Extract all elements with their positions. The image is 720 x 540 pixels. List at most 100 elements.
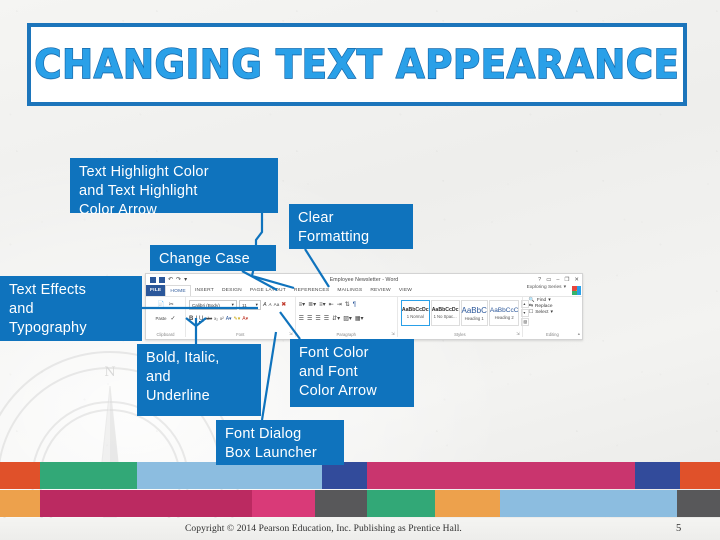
callout-label: Text Effects and Typography [9,282,87,336]
text-effects-icon[interactable]: A▾ [226,316,232,322]
color-block [315,490,367,517]
tab-home[interactable]: HOME [165,285,191,296]
replace-label: Replace [534,304,553,309]
change-case-icon[interactable]: Aa [274,302,280,308]
minimize-icon[interactable]: – [556,277,559,283]
borders-icon[interactable]: ▦▾ [355,316,364,322]
font-size-value: 11 [241,302,247,308]
subscript-icon[interactable]: x₂ [214,316,218,322]
sort-icon[interactable]: ⇅ [345,302,350,308]
color-block [40,490,252,517]
tab-insert[interactable]: INSERT [191,285,218,296]
grow-font-icon[interactable]: A [263,302,267,308]
find-button[interactable]: 🔍 Find ▾ [529,298,579,303]
group-label-paragraph: Paragraph [336,332,357,337]
color-block [367,490,435,517]
decrease-indent-icon[interactable]: ⇤ [329,302,334,308]
font-color-icon[interactable]: A▾ [242,316,248,322]
tab-mailings[interactable]: MAILINGS [333,285,366,296]
tab-file[interactable]: FILE [146,285,166,296]
numbering-icon[interactable]: ≣▾ [308,302,316,308]
callout-label: Bold, Italic, and Underline [146,350,220,404]
superscript-icon[interactable]: x² [220,316,224,322]
tab-view[interactable]: VIEW [395,285,416,296]
sign-in-text: Exploring Series [526,285,562,290]
tab-references[interactable]: REFERENCES [290,285,333,296]
bold-icon[interactable]: B [189,316,193,322]
paste-label[interactable]: Paste [155,316,166,322]
align-right-icon[interactable]: ☰ [315,316,320,322]
chevron-down-icon[interactable]: ▾ [551,310,553,315]
tab-design[interactable]: DESIGN [218,285,246,296]
color-block [252,490,315,517]
bullets-icon[interactable]: ≡▾ [299,302,306,308]
callout-font-dialog-box-launcher: Font Dialog Box Launcher [216,420,344,465]
tab-review[interactable]: REVIEW [366,285,395,296]
ribbon-body: 📄 ✂ Paste ✓ Clipboard Calibri (Body) ▾ 1… [146,296,582,337]
style-preview: AaBbCcDc [401,307,429,313]
underline-icon[interactable]: U [199,316,203,322]
collapse-ribbon-icon[interactable]: ▴ [578,331,580,337]
replace-button[interactable]: ⇆ Replace [529,304,579,309]
select-icon: ☐ [528,310,534,315]
restore-icon[interactable]: ❐ [564,277,569,283]
callout-label: Text Highlight Color and Text Highlight … [79,164,209,218]
increase-indent-icon[interactable]: ⇥ [337,302,342,308]
paste-icon[interactable]: 📄 [157,302,164,308]
show-marks-icon[interactable]: ¶ [353,302,356,308]
highlight-icon[interactable]: ✎▾ [234,316,241,322]
select-label: Select [535,310,549,315]
line-spacing-icon[interactable]: ⇵▾ [332,316,340,322]
account-icon[interactable] [572,286,581,295]
help-icon[interactable]: ? [538,277,541,283]
callout-label: Clear Formatting [298,210,370,245]
align-left-icon[interactable]: ☰ [299,316,304,322]
color-block [322,462,367,489]
style-tile-heading-1[interactable]: AaBbC Heading 1 [460,300,488,326]
multilevel-list-icon[interactable]: ≡▾ [319,302,326,308]
font-dialog-box-launcher[interactable]: ⇲ [289,331,293,337]
style-preview: AaBbC [461,305,487,315]
styles-dialog-box-launcher[interactable]: ⇲ [516,331,520,337]
chevron-down-icon[interactable]: ▾ [564,285,566,290]
shrink-font-icon[interactable]: A [269,302,272,308]
color-block [500,490,677,517]
italic-icon[interactable]: I [195,316,197,322]
color-block [137,462,322,489]
format-painter-icon[interactable]: ✓ [170,316,175,322]
page-number: 5 [676,523,682,534]
font-size-box[interactable]: 11 ▾ [238,300,261,310]
style-tile-normal[interactable]: AaBbCcDc 1 Normal [400,300,430,326]
style-tile-no-spacing[interactable]: AaBbCcDc 1 No Spac... [430,300,460,326]
quick-access-toolbar[interactable]: ↶ ↷ ▾ Employee Newsletter - Word ? ▭ – ❐… [146,274,582,285]
chevron-down-icon[interactable]: ▾ [256,302,258,308]
close-icon[interactable]: ✕ [574,277,579,283]
color-block [0,462,40,489]
sign-in-label[interactable]: Exploring Series ▾ [527,285,566,290]
copyright-text: Copyright © 2014 Pearson Education, Inc.… [185,524,462,534]
window-controls[interactable]: ? ▭ – ❐ ✕ [538,277,579,283]
style-tile-heading-2[interactable]: AaBbCcC Heading 2 [488,300,520,326]
ribbon-tabs[interactable]: FILE HOME INSERT DESIGN PAGE LAYOUT REFE… [146,285,582,296]
ribbon-display-icon[interactable]: ▭ [546,277,551,283]
callout-font-color: Font Color and Font Color Arrow [290,339,414,407]
clear-formatting-icon[interactable]: ✖ [281,302,286,308]
justify-icon[interactable]: ☰ [324,316,329,322]
scissors-icon[interactable]: ✂ [169,302,174,308]
align-center-icon[interactable]: ☰ [307,316,312,322]
callout-label: Change Case [159,251,250,267]
chevron-down-icon[interactable]: ▾ [548,298,550,303]
callout-text-effects-typography: Text Effects and Typography [0,276,142,341]
callout-label: Font Dialog Box Launcher [225,426,317,461]
group-label-font: Font [236,332,245,337]
font-name-box[interactable]: Calibri (Body) ▾ [188,300,237,310]
style-label: 1 Normal [406,314,424,319]
shading-icon[interactable]: ▨▾ [343,316,352,322]
callout-change-case: Change Case [150,245,276,271]
strikethrough-icon[interactable]: abc [205,316,212,322]
chevron-down-icon[interactable]: ▾ [232,302,234,308]
color-block [367,462,635,489]
tab-page-layout[interactable]: PAGE LAYOUT [246,285,290,296]
paragraph-dialog-box-launcher[interactable]: ⇲ [391,331,395,337]
select-button[interactable]: ☐ Select ▾ [529,310,579,315]
